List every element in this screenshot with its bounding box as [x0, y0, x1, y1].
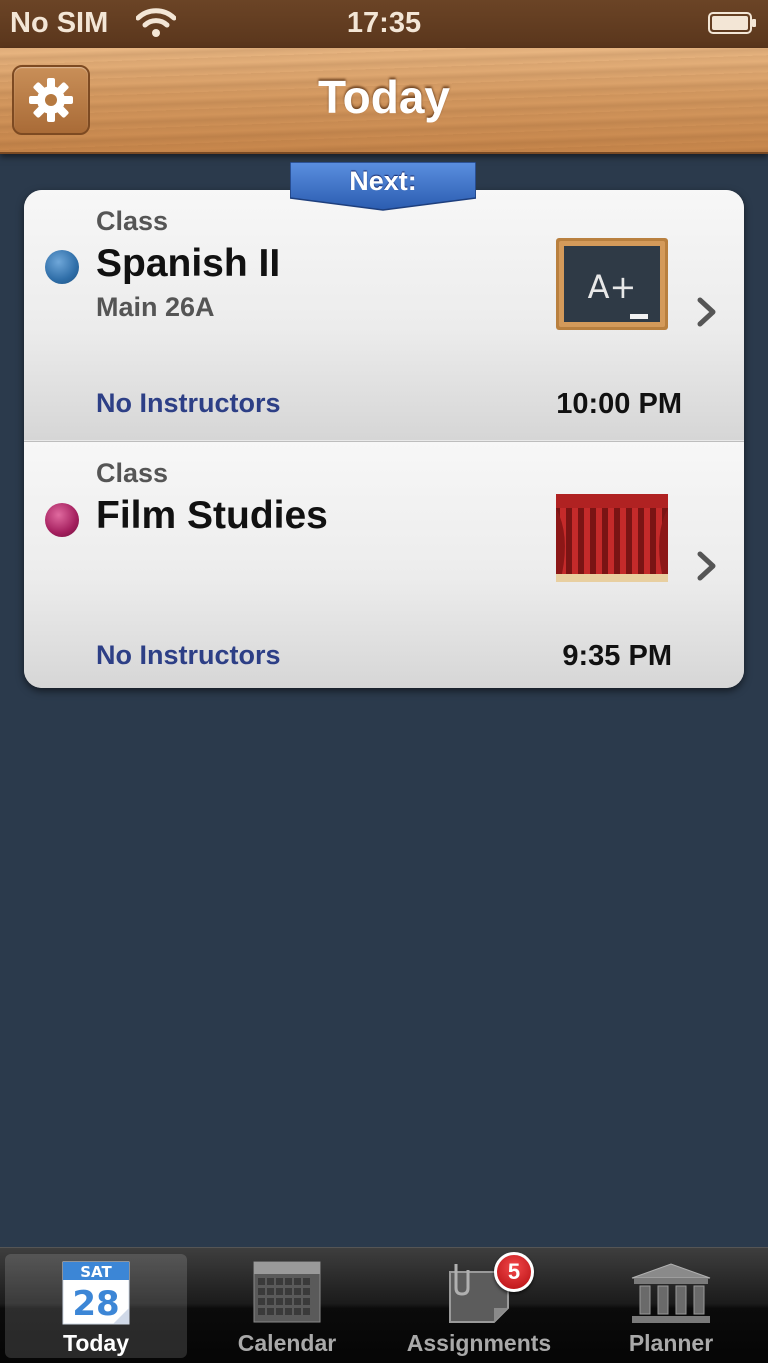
calendar-day-icon: SAT 28: [62, 1261, 130, 1325]
class-location: Main 26A: [96, 292, 215, 322]
theater-curtain-icon: [556, 494, 668, 582]
class-row-spanish[interactable]: Class Spanish II Main 26A A+ No Instruct…: [24, 190, 744, 440]
tab-label: Assignments: [406, 1330, 552, 1356]
tab-label: Planner: [628, 1330, 714, 1356]
class-row-film-studies[interactable]: Class Film Studies No Instructors 9:35 P…: [24, 441, 744, 688]
calendar-grid-icon: [253, 1261, 321, 1323]
next-ribbon: Next:: [289, 161, 477, 212]
class-list: Class Spanish II Main 26A A+ No Instruct…: [24, 190, 744, 688]
tab-bar: SAT 28 Today Calendar 5 Assignments Plan…: [0, 1247, 768, 1363]
tab-planner[interactable]: Planner: [580, 1254, 762, 1358]
page-title: Today: [317, 71, 451, 123]
calendar-day-name: SAT: [80, 1263, 112, 1281]
instructors-label: No Instructors: [96, 640, 281, 670]
class-color-dot: [45, 503, 79, 537]
today-screen: { "status_bar": { "carrier": "No SIM", "…: [0, 0, 768, 1363]
calendar-date-number: 28: [72, 1284, 119, 1324]
assignments-badge: 5: [494, 1252, 534, 1292]
tab-assignments[interactable]: 5 Assignments: [388, 1252, 570, 1358]
class-color-dot: [45, 250, 79, 284]
tab-label: Today: [62, 1330, 130, 1356]
tab-today[interactable]: SAT 28 Today: [5, 1254, 187, 1358]
tab-calendar[interactable]: Calendar: [196, 1254, 378, 1358]
class-name: Spanish II: [96, 242, 281, 285]
class-type-label: Class: [96, 206, 169, 236]
tab-label: Calendar: [237, 1330, 337, 1356]
chalkboard-text: A+: [588, 268, 637, 306]
chalkboard-icon: A+: [556, 238, 668, 330]
class-name: Film Studies: [96, 494, 328, 537]
chevron-right-icon: [697, 551, 716, 581]
chevron-right-icon: [697, 297, 716, 327]
clock: 17:35: [346, 7, 422, 39]
instructors-label: No Instructors: [96, 388, 281, 418]
status-bar: No SIM 17:35: [0, 0, 768, 48]
battery-icon: [708, 12, 756, 34]
class-type-label: Class: [96, 458, 169, 488]
planner-icon: [631, 1263, 711, 1323]
next-label: Next:: [349, 166, 417, 196]
class-time: 9:35 PM: [562, 640, 672, 672]
class-time: 10:00 PM: [556, 388, 682, 420]
navigation-bar: Today: [0, 48, 768, 154]
